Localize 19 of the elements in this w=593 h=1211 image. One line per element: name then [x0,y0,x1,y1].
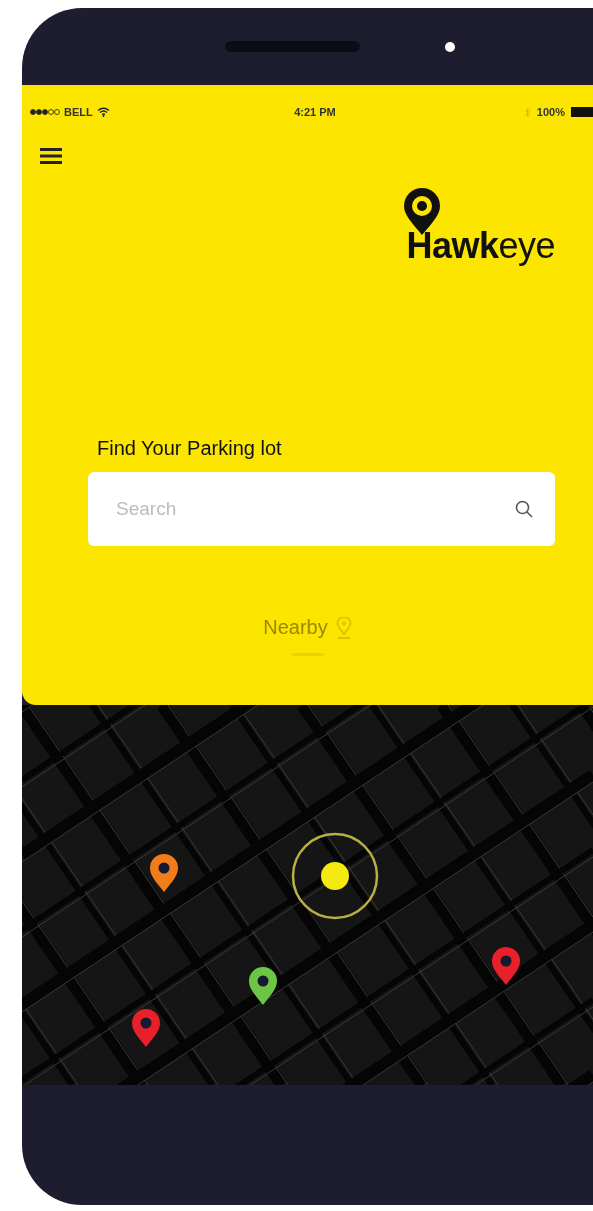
map-pin-icon[interactable] [248,966,278,1006]
nearby-label[interactable]: Nearby [263,616,328,639]
phone-camera [445,41,455,52]
pin-icon [335,616,352,639]
logo-text: Hawkeye [406,225,555,267]
battery-icon [571,107,593,117]
map-pin-icon[interactable] [491,946,521,986]
search-field[interactable]: Search [88,472,555,546]
map-pin-icon[interactable] [131,1008,161,1048]
wifi-icon [96,107,110,117]
clock-text: 4:21 PM [293,106,337,118]
bluetooth-icon [523,106,531,118]
battery-text: 100% [536,106,565,118]
search-title: Find Your Parking lot [97,437,283,460]
carrier-text: BELL [64,106,93,118]
search-icon[interactable] [515,500,533,518]
map-pin-icon[interactable] [149,853,179,893]
menu-icon[interactable] [40,147,62,165]
signal-icon [30,109,60,115]
